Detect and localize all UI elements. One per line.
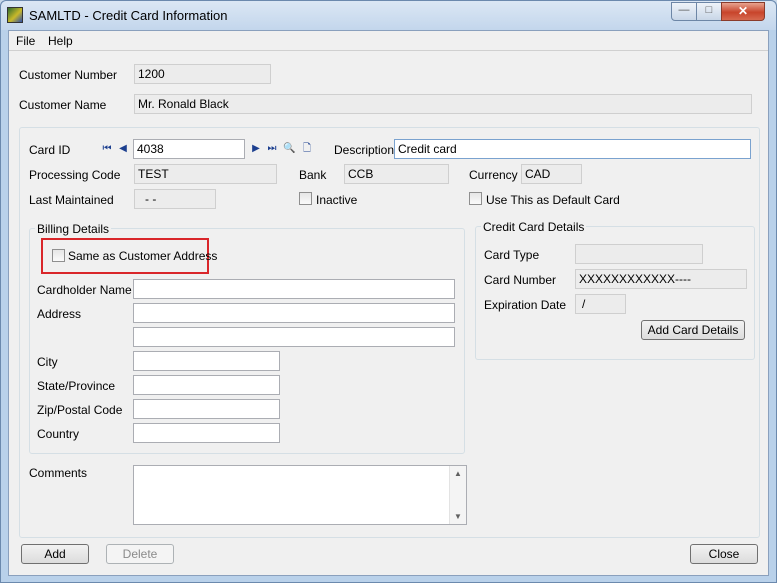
default-card-checkbox[interactable] bbox=[469, 192, 482, 205]
last-maintained-label: Last Maintained bbox=[29, 193, 114, 207]
card-id-label: Card ID bbox=[29, 143, 71, 157]
processing-code-field: TEST bbox=[134, 164, 277, 184]
close-window-button[interactable]: ✕ bbox=[721, 2, 765, 21]
menu-bar: File Help bbox=[9, 31, 768, 51]
card-number-label: Card Number bbox=[484, 273, 557, 287]
previous-record-icon[interactable]: ◀ bbox=[117, 142, 129, 156]
description-label: Description bbox=[334, 143, 395, 157]
bank-field: CCB bbox=[344, 164, 449, 184]
minimize-button[interactable]: — bbox=[671, 2, 697, 21]
card-id-input[interactable]: 4038 bbox=[133, 139, 245, 159]
first-record-icon[interactable]: ⏮ bbox=[101, 142, 113, 156]
same-as-customer-checkbox[interactable] bbox=[52, 249, 65, 262]
bank-label: Bank bbox=[299, 168, 327, 182]
scroll-down-icon[interactable]: ▼ bbox=[450, 512, 466, 521]
comments-label: Comments bbox=[29, 466, 88, 480]
last-record-icon[interactable]: ⏭ bbox=[266, 142, 278, 156]
city-label: City bbox=[37, 355, 58, 369]
new-record-icon[interactable]: 🗋 bbox=[301, 142, 313, 156]
zip-label: Zip/Postal Code bbox=[37, 403, 123, 417]
minimize-icon: — bbox=[678, 4, 690, 16]
credit-card-details-title: Credit Card Details bbox=[481, 220, 587, 234]
country-label: Country bbox=[37, 427, 80, 441]
next-record-icon[interactable]: ▶ bbox=[250, 142, 262, 156]
cardholder-name-label: Cardholder Name bbox=[37, 283, 132, 297]
customer-name-field: Mr. Ronald Black bbox=[134, 94, 752, 114]
state-label: State/Province bbox=[37, 379, 116, 393]
city-input[interactable] bbox=[133, 351, 280, 371]
currency-field: CAD bbox=[521, 164, 582, 184]
app-icon bbox=[7, 7, 23, 23]
address-line1-input[interactable] bbox=[133, 303, 455, 323]
finder-icon[interactable]: 🔍 bbox=[283, 142, 295, 156]
customer-number-field: 1200 bbox=[134, 64, 271, 84]
menu-file[interactable]: File bbox=[16, 34, 35, 48]
zip-input[interactable] bbox=[133, 399, 280, 419]
maximize-icon: □ bbox=[705, 4, 713, 16]
expiration-date-field: / bbox=[575, 294, 626, 314]
country-input[interactable] bbox=[133, 423, 280, 443]
state-input[interactable] bbox=[133, 375, 280, 395]
comments-scrollbar[interactable]: ▲ ▼ bbox=[449, 466, 466, 524]
close-icon: ✕ bbox=[737, 4, 749, 18]
currency-label: Currency bbox=[469, 168, 518, 182]
default-card-label: Use This as Default Card bbox=[486, 193, 620, 207]
credit-card-window: SAMLTD - Credit Card Information — □ ✕ F… bbox=[0, 0, 777, 583]
cardholder-name-input[interactable] bbox=[133, 279, 455, 299]
add-card-details-button[interactable]: Add Card Details bbox=[641, 320, 745, 340]
add-button[interactable]: Add bbox=[21, 544, 89, 564]
same-as-customer-label: Same as Customer Address bbox=[68, 249, 218, 263]
card-number-field: XXXXXXXXXXXX---- bbox=[575, 269, 747, 289]
description-input[interactable]: Credit card bbox=[394, 139, 751, 159]
card-type-field bbox=[575, 244, 703, 264]
billing-details-title: Billing Details bbox=[35, 222, 112, 236]
processing-code-label: Processing Code bbox=[29, 168, 121, 182]
client-area: File Help Customer Number 1200 Customer … bbox=[8, 30, 769, 576]
scroll-up-icon[interactable]: ▲ bbox=[450, 469, 466, 478]
expiration-date-label: Expiration Date bbox=[484, 298, 567, 312]
close-button[interactable]: Close bbox=[690, 544, 758, 564]
inactive-label: Inactive bbox=[316, 193, 358, 207]
address-label: Address bbox=[37, 307, 82, 321]
delete-button[interactable]: Delete bbox=[106, 544, 174, 564]
comments-textarea[interactable]: ▲ ▼ bbox=[133, 465, 467, 525]
menu-help[interactable]: Help bbox=[48, 34, 73, 48]
inactive-checkbox[interactable] bbox=[299, 192, 312, 205]
customer-name-label: Customer Name bbox=[19, 98, 107, 112]
last-maintained-field: - - bbox=[134, 189, 216, 209]
address-line2-input[interactable] bbox=[133, 327, 455, 347]
title-bar[interactable]: SAMLTD - Credit Card Information — □ ✕ bbox=[1, 1, 776, 30]
card-type-label: Card Type bbox=[484, 248, 540, 262]
maximize-button[interactable]: □ bbox=[696, 2, 722, 21]
window-title: SAMLTD - Credit Card Information bbox=[29, 8, 228, 23]
customer-number-label: Customer Number bbox=[19, 68, 118, 82]
